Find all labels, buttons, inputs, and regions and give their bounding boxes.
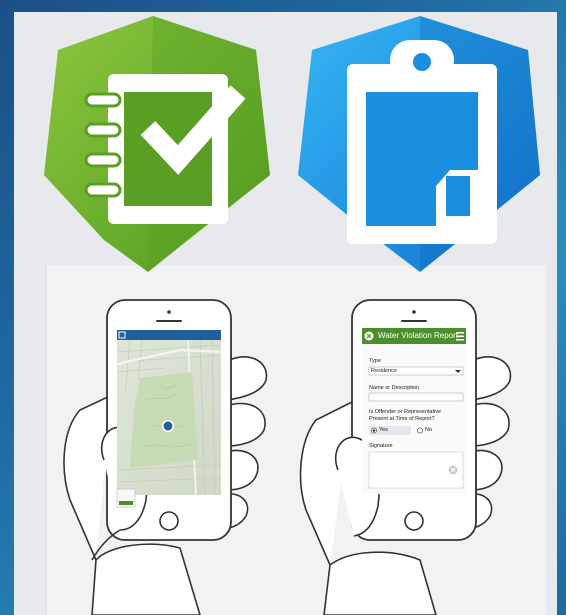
offender-label-2: Present at Time of Report? xyxy=(369,416,435,422)
map-screen[interactable] xyxy=(116,330,221,508)
name-input[interactable] xyxy=(368,392,464,402)
signature-label: Signature xyxy=(369,443,393,449)
illustration xyxy=(44,16,540,615)
offender-label-1: Is Offender or Representative xyxy=(369,409,442,415)
type-label: Type xyxy=(369,358,381,364)
survey-checklist-icon xyxy=(44,16,270,272)
no-label: No xyxy=(425,427,433,433)
survey-title: Water Violation Report xyxy=(378,331,459,340)
map-header xyxy=(117,330,221,340)
collector-clipboard-icon xyxy=(298,16,540,272)
name-label: Name or Description xyxy=(369,385,420,391)
no-radio[interactable] xyxy=(417,427,423,434)
type-value: Residence xyxy=(371,367,397,374)
yes-label: Yes xyxy=(379,427,388,433)
location-dot xyxy=(163,421,173,431)
